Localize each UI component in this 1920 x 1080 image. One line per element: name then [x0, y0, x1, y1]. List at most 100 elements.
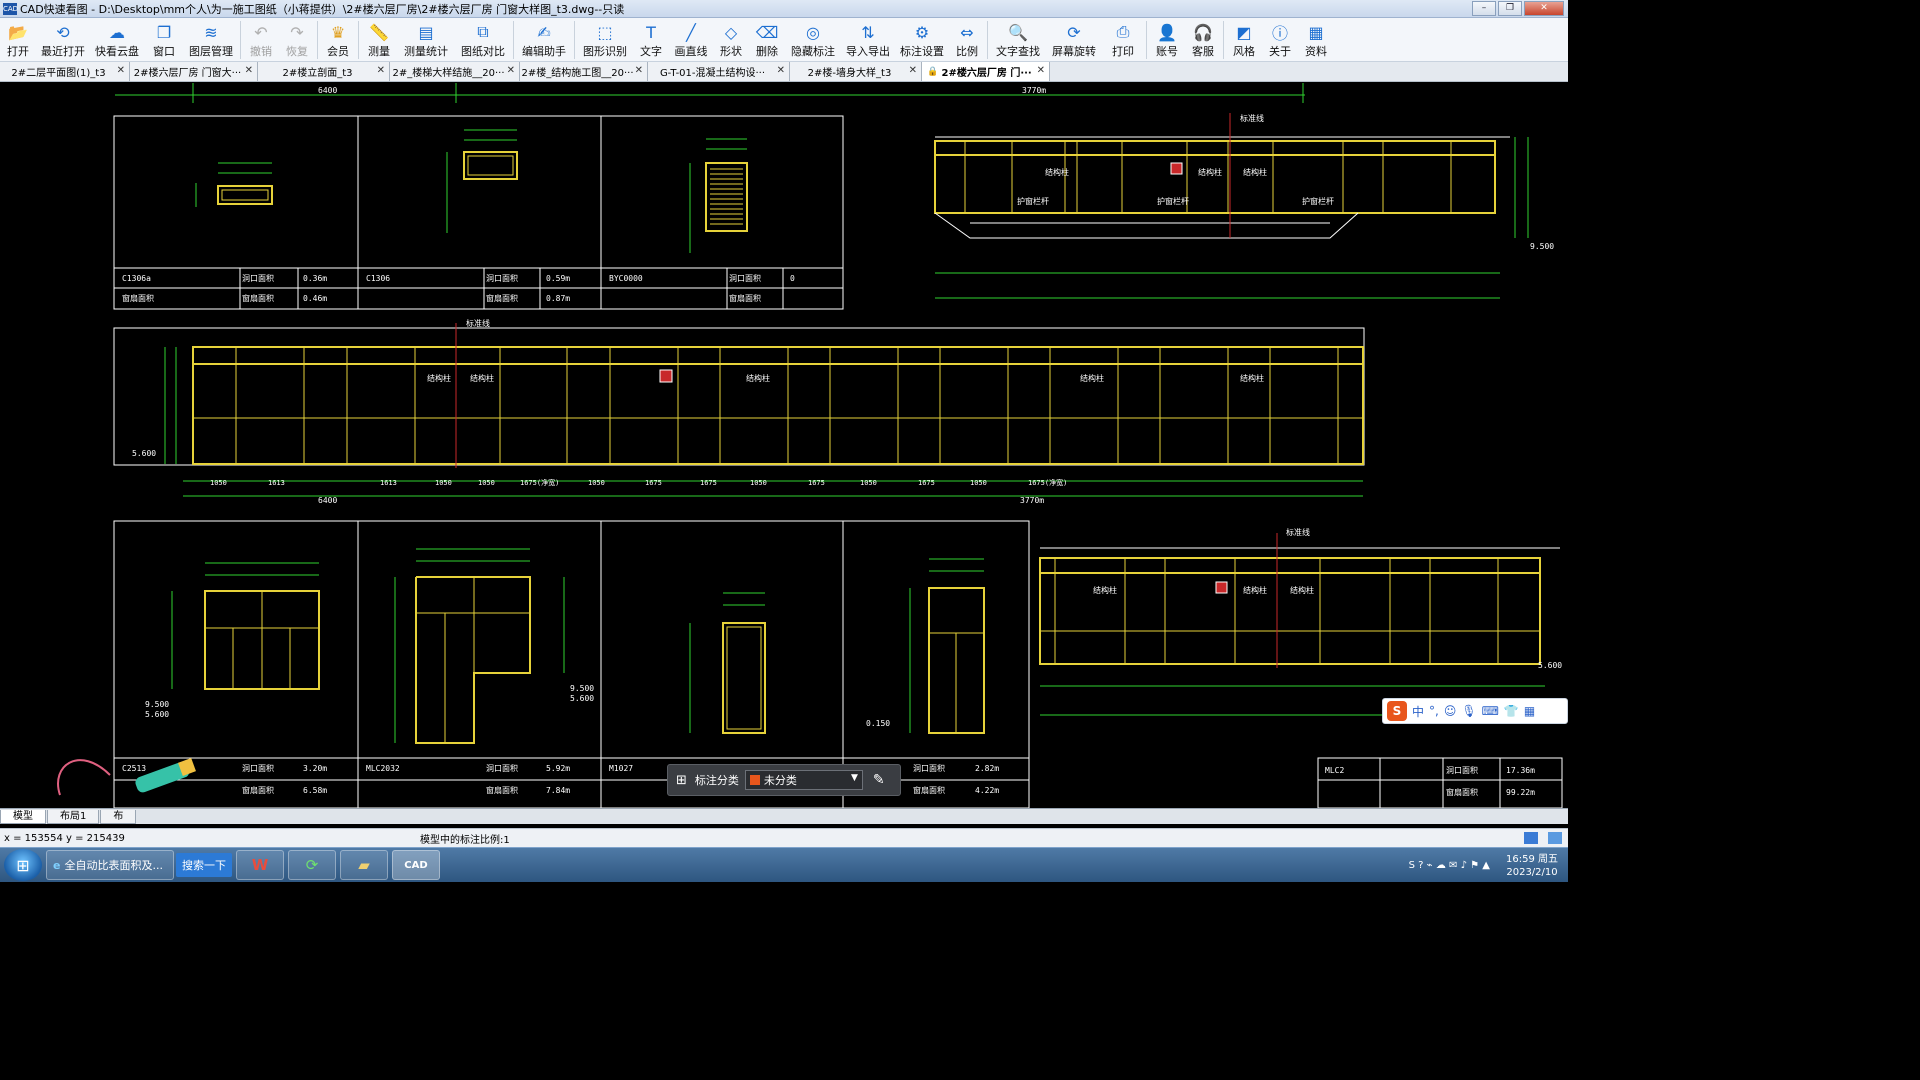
edit-icon[interactable]: ✎	[873, 772, 885, 788]
toolbar-hide-annotation-button[interactable]: ◎ 隐藏标注	[785, 18, 841, 62]
ruler-icon: 📏	[369, 22, 389, 42]
document-tab[interactable]: 2#_楼梯大样结施__20··· ✕	[390, 62, 520, 81]
toolbar-separator	[987, 21, 988, 59]
toolbar-cloud-button[interactable]: ☁ 快看云盘	[90, 18, 144, 62]
tab-close-icon[interactable]: ✕	[245, 65, 253, 76]
toolbar-annotation-settings-button[interactable]: ⚙ 标注设置	[895, 18, 949, 62]
toolbar-scale-button[interactable]: ⇔ 比例	[949, 18, 985, 62]
toolbar-edit-assistant-button[interactable]: ✍ 编辑助手	[516, 18, 572, 62]
toolbar-label: 画直线	[674, 45, 708, 58]
tray-icons[interactable]: S ? ⌁ ☁ ✉ ♪ ⚑ ▲	[1409, 860, 1490, 871]
tab-close-icon[interactable]: ✕	[909, 65, 917, 76]
document-tab[interactable]: 2#楼六层厂房 门窗大··· ✕	[130, 62, 258, 81]
toolbar-ruler-button[interactable]: 📏 测量	[361, 18, 397, 62]
toolbox-icon[interactable]: ▦	[1524, 704, 1535, 718]
clock[interactable]: 16:59 周五 2023/2/10	[1506, 853, 1558, 879]
toolbar-eraser-button[interactable]: ⌫ 删除	[749, 18, 785, 62]
wps-icon[interactable]: W	[236, 850, 284, 880]
scale-icon: ⇔	[960, 22, 974, 42]
label-guard-2: 护窗栏杆	[1157, 196, 1189, 206]
tab-close-icon[interactable]: ✕	[777, 65, 785, 76]
toolbar-text-button[interactable]: T 文字	[633, 18, 669, 62]
label-column-9: 结构柱	[1093, 585, 1117, 595]
toolbar-folder-open-button[interactable]: 📂 打开	[0, 18, 36, 62]
maximize-button[interactable]: ❐	[1498, 1, 1522, 16]
dimension-label: 1050	[970, 479, 987, 487]
b-c1-v2: 6.58m	[303, 786, 327, 795]
toolbar-headset-button[interactable]: 🎧 客服	[1185, 18, 1221, 62]
dimension-label: 1050	[478, 479, 495, 487]
toolbar-vip-button[interactable]: ♛ 会员	[320, 18, 356, 62]
p1-c1-note: 窗扇面积	[122, 293, 154, 303]
taskbar-ie-item[interactable]: e 全自动比表面积及...	[46, 850, 174, 880]
tab-close-icon[interactable]: ✕	[635, 65, 643, 76]
status-settings-icon[interactable]	[1548, 832, 1562, 844]
toolbar-undo-button[interactable]: ↶ 撤销	[243, 18, 279, 62]
document-tab[interactable]: 2#二层平面图(1)_t3 ✕	[0, 62, 130, 81]
elev-middle: 5.600	[132, 449, 156, 458]
toolbar-import-export-button[interactable]: ⇅ 导入导出	[841, 18, 895, 62]
toolbar-measure-stats-button[interactable]: ▤ 测量统计	[397, 18, 455, 62]
refresh-app-icon[interactable]: ⟳	[288, 850, 336, 880]
tab-label: 2#楼六层厂房 门···	[941, 68, 1032, 79]
annotation-category-select[interactable]: 未分类 ▼	[744, 770, 863, 790]
b-c3-v2: 4.22m	[975, 786, 999, 795]
toolbar-history-button[interactable]: ⟲ 最近打开	[36, 18, 90, 62]
history-icon: ⟲	[56, 22, 70, 42]
document-tab[interactable]: 2#楼立剖面_t3 ✕	[258, 62, 390, 81]
toolbar-documents-button[interactable]: ▦ 资料	[1298, 18, 1334, 62]
drawing-canvas[interactable]: 6400 3770m C1306a 窗扇面积 洞口面积 0.36m 窗扇面积 0…	[0, 83, 1568, 808]
grid-icon[interactable]: ⊞	[676, 773, 687, 788]
document-tab[interactable]: G-T-01-混凝土结构设··· ✕	[648, 62, 790, 81]
document-tab[interactable]: 🔒 2#楼六层厂房 门··· ✕	[922, 62, 1050, 81]
toolbar-text-search-button[interactable]: 🔍 文字查找	[990, 18, 1046, 62]
keyboard-icon[interactable]: ⌨	[1482, 704, 1499, 718]
b-c2-k2: 窗扇面积	[486, 785, 518, 795]
annotation-category-bar: ⊞ 标注分类 未分类 ▼ ✎	[667, 764, 901, 796]
toolbar-info-button[interactable]: ⓘ 关于	[1262, 18, 1298, 62]
ime-mode-label[interactable]: 中	[1412, 703, 1424, 720]
start-button[interactable]: ⊞	[4, 849, 42, 881]
toolbar-shape-recognize-button[interactable]: ⬚ 图形识别	[577, 18, 633, 62]
toolbar-rotate-screen-button[interactable]: ⟳ 屏幕旋转	[1046, 18, 1102, 62]
emoji-icon[interactable]: ☺	[1444, 704, 1457, 718]
tab-close-icon[interactable]: ✕	[1037, 65, 1045, 76]
taskbar-search-button[interactable]: 搜索一下	[176, 853, 232, 877]
toolbar-window-button[interactable]: ❐ 窗口	[144, 18, 184, 62]
p1-c3-v1: 0	[790, 274, 795, 283]
layout-tab[interactable]: 布局1	[47, 809, 100, 824]
microphone-icon[interactable]: 🎙	[1461, 704, 1476, 718]
toolbar-line-button[interactable]: ╱ 画直线	[669, 18, 713, 62]
cad-taskbar-icon[interactable]: CAD	[392, 850, 440, 880]
punctuation-icon[interactable]: °,	[1429, 704, 1439, 718]
toolbar-shape-button[interactable]: ◇ 形状	[713, 18, 749, 62]
sogou-logo-icon[interactable]: S	[1387, 701, 1407, 721]
mid-total-right: 3770m	[1020, 496, 1044, 505]
toolbar-redo-button[interactable]: ↷ 恢复	[279, 18, 315, 62]
tab-close-icon[interactable]: ✕	[507, 65, 515, 76]
toolbar-account-button[interactable]: 👤 账号	[1149, 18, 1185, 62]
layout-tab[interactable]: 布	[100, 809, 137, 824]
toolbar-label: 图纸对比	[461, 45, 505, 58]
toolbar-label: 风格	[1233, 45, 1255, 58]
eraser-icon: ⌫	[755, 22, 779, 42]
layout-tab[interactable]: 模型	[0, 809, 46, 824]
skin-icon[interactable]: 👕	[1504, 704, 1519, 718]
compare-icon: ⧉	[477, 22, 489, 41]
toolbar-compare-button[interactable]: ⧉ 图纸对比	[455, 18, 511, 62]
toolbar-label: 恢复	[286, 45, 308, 58]
toolbar-label: 图形识别	[583, 45, 627, 58]
document-tab[interactable]: 2#楼_结构施工图__20··· ✕	[520, 62, 648, 81]
tab-close-icon[interactable]: ✕	[377, 65, 385, 76]
folder-icon[interactable]: ▰	[340, 850, 388, 880]
tab-close-icon[interactable]: ✕	[117, 65, 125, 76]
status-toggle-icon[interactable]	[1524, 832, 1538, 844]
title-bar: CAD CAD快速看图 - D:\Desktop\mm个人\为一施工图纸（小蒋提…	[0, 0, 1568, 18]
toolbar-layers-button[interactable]: ≋ 图层管理	[184, 18, 238, 62]
toolbar-style-button[interactable]: ◩ 风格	[1226, 18, 1262, 62]
minimize-button[interactable]: –	[1472, 1, 1496, 16]
close-button[interactable]: ✕	[1524, 1, 1564, 16]
toolbar-printer-button[interactable]: ⎙ 打印	[1102, 18, 1144, 62]
lock-icon: 🔒	[927, 66, 939, 77]
document-tab[interactable]: 2#楼-墙身大样_t3 ✕	[790, 62, 922, 81]
